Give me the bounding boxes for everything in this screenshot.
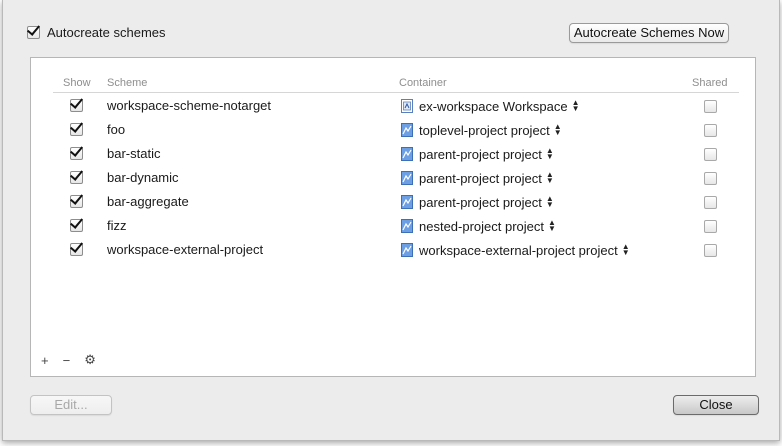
show-checkbox[interactable] bbox=[70, 171, 83, 184]
container-popup[interactable]: ex-workspace Workspace ▲ ▼ bbox=[401, 97, 580, 115]
workspace-icon bbox=[401, 99, 413, 113]
popup-arrows-icon: ▲ ▼ bbox=[545, 146, 554, 161]
scheme-name: bar-dynamic bbox=[107, 170, 179, 185]
shared-checkbox[interactable] bbox=[704, 196, 717, 209]
popup-arrows-icon: ▲ ▼ bbox=[548, 218, 556, 233]
header-divider bbox=[53, 92, 739, 93]
close-button[interactable]: Close bbox=[673, 395, 759, 415]
project-icon bbox=[401, 171, 413, 185]
show-checkbox[interactable] bbox=[70, 99, 83, 112]
container-popup[interactable]: nested-project project ▲ ▼ bbox=[401, 217, 556, 235]
scheme-name: foo bbox=[107, 122, 126, 137]
scheme-name: workspace-external-project bbox=[107, 242, 264, 257]
table-row[interactable]: foo toplevel-project project ▲ ▼ bbox=[31, 118, 751, 142]
show-checkbox[interactable] bbox=[70, 219, 83, 232]
container-label: toplevel-project project bbox=[419, 122, 550, 138]
project-icon bbox=[401, 147, 413, 161]
show-checkbox[interactable] bbox=[70, 123, 83, 136]
table-row[interactable]: bar-dynamic parent-project project ▲ ▼ bbox=[31, 166, 751, 190]
remove-icon[interactable]: − bbox=[63, 353, 71, 368]
scheme-name: workspace-scheme-notarget bbox=[107, 98, 272, 113]
scheme-name: fizz bbox=[107, 218, 127, 233]
show-checkbox[interactable] bbox=[70, 147, 83, 160]
autocreate-schemes-checkbox[interactable] bbox=[27, 26, 40, 39]
container-popup[interactable]: parent-project project ▲ ▼ bbox=[401, 145, 554, 163]
project-icon bbox=[401, 219, 413, 233]
table-row[interactable]: bar-aggregate parent-project project ▲ ▼ bbox=[31, 190, 751, 214]
schemes-table: Show Scheme Container Shared workspace-s… bbox=[30, 57, 756, 377]
header-shared[interactable]: Shared bbox=[692, 77, 727, 89]
project-icon bbox=[401, 195, 413, 209]
container-label: parent-project project bbox=[419, 146, 542, 162]
container-label: parent-project project bbox=[419, 170, 542, 186]
popup-arrows-icon: ▲ ▼ bbox=[545, 170, 554, 185]
table-row[interactable]: workspace-external-project workspace-exte… bbox=[31, 238, 751, 262]
project-icon bbox=[401, 123, 413, 137]
autocreate-schemes-label: Autocreate schemes bbox=[47, 25, 166, 40]
scheme-name: bar-aggregate bbox=[107, 194, 189, 209]
container-label: workspace-external-project project bbox=[419, 242, 618, 258]
table-row[interactable]: fizz nested-project project ▲ ▼ bbox=[31, 214, 751, 238]
header-container[interactable]: Container bbox=[399, 77, 447, 89]
container-popup[interactable]: parent-project project ▲ ▼ bbox=[401, 193, 554, 211]
show-checkbox[interactable] bbox=[70, 243, 83, 256]
gear-icon[interactable]: ⚙ bbox=[84, 352, 96, 368]
table-row[interactable]: bar-static parent-project project ▲ ▼ bbox=[31, 142, 751, 166]
autocreate-schemes-now-button[interactable]: Autocreate Schemes Now bbox=[569, 23, 729, 43]
shared-checkbox[interactable] bbox=[704, 220, 717, 233]
shared-checkbox[interactable] bbox=[704, 148, 717, 161]
popup-arrows-icon: ▲ ▼ bbox=[621, 242, 630, 257]
header-show[interactable]: Show bbox=[63, 77, 91, 89]
manage-schemes-sheet: Autocreate schemes Autocreate Schemes No… bbox=[2, 0, 780, 441]
container-label: nested-project project bbox=[419, 218, 545, 234]
header-scheme[interactable]: Scheme bbox=[107, 77, 147, 89]
table-row[interactable]: workspace-scheme-notarget ex-workspace Wo… bbox=[31, 94, 751, 118]
container-popup[interactable]: workspace-external-project project ▲ ▼ bbox=[401, 241, 630, 259]
project-icon bbox=[401, 243, 413, 257]
container-label: ex-workspace Workspace bbox=[419, 98, 568, 114]
container-popup[interactable]: parent-project project ▲ ▼ bbox=[401, 169, 554, 187]
shared-checkbox[interactable] bbox=[704, 100, 717, 113]
popup-arrows-icon: ▲ ▼ bbox=[571, 98, 580, 113]
container-label: parent-project project bbox=[419, 194, 542, 210]
container-popup[interactable]: toplevel-project project ▲ ▼ bbox=[401, 121, 562, 139]
add-icon[interactable]: + bbox=[41, 353, 49, 368]
show-checkbox[interactable] bbox=[70, 195, 83, 208]
shared-checkbox[interactable] bbox=[704, 124, 717, 137]
popup-arrows-icon: ▲ ▼ bbox=[553, 122, 562, 137]
scheme-name: bar-static bbox=[107, 146, 161, 161]
table-footer: + − ⚙ bbox=[41, 352, 96, 368]
popup-arrows-icon: ▲ ▼ bbox=[545, 194, 554, 209]
shared-checkbox[interactable] bbox=[704, 244, 717, 257]
shared-checkbox[interactable] bbox=[704, 172, 717, 185]
edit-button[interactable]: Edit... bbox=[30, 395, 112, 415]
